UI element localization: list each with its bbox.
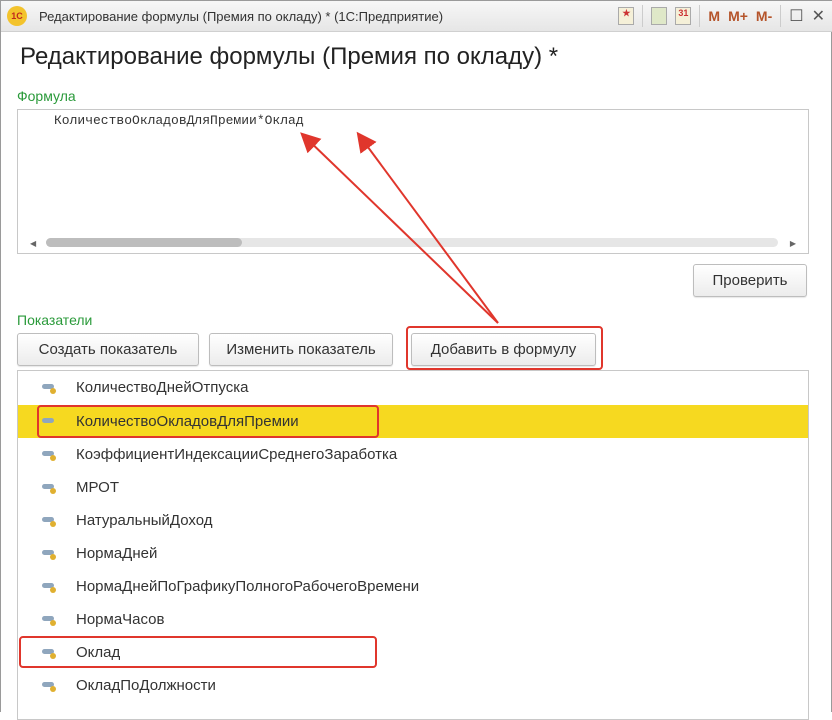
window: 1С Редактирование формулы (Премия по окл… [0,0,832,720]
arrow-to-oklad [356,131,499,324]
annotation-arrows [300,131,499,324]
arrow-to-quantity [300,132,499,324]
